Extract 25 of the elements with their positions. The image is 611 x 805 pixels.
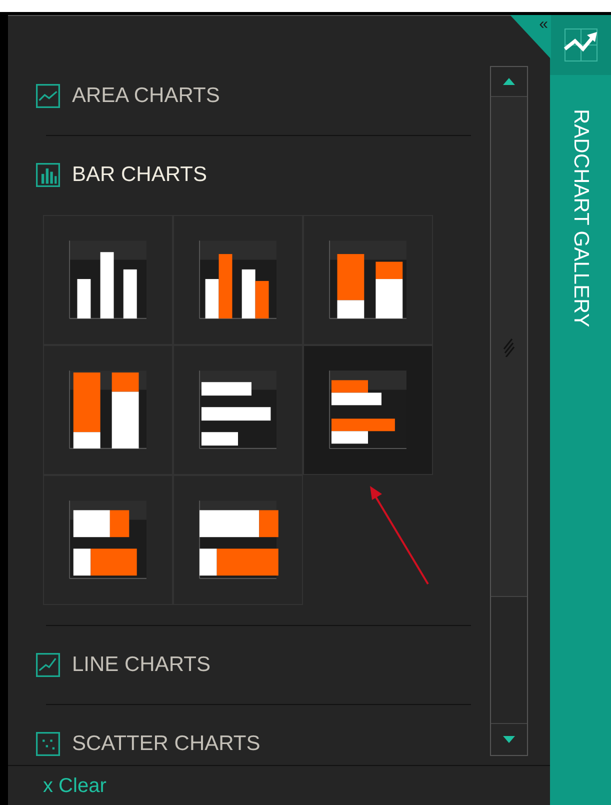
section-header[interactable]: LINE CHARTS bbox=[36, 645, 210, 685]
down-arrow-icon bbox=[503, 736, 515, 743]
area-chart-icon bbox=[36, 84, 60, 108]
collapse-button[interactable]: « bbox=[539, 15, 551, 59]
chart-type-tile[interactable] bbox=[43, 345, 173, 475]
chart-type-tile[interactable] bbox=[173, 475, 303, 605]
scrollbar[interactable] bbox=[490, 66, 528, 756]
up-arrow-icon bbox=[503, 78, 515, 85]
side-tab[interactable]: RADCHART GALLERY bbox=[550, 15, 611, 805]
section-header[interactable]: SCATTER CHARTS bbox=[36, 724, 260, 757]
grip-icon bbox=[503, 336, 515, 356]
section-header[interactable]: AREA CHARTS bbox=[36, 76, 220, 116]
line-chart-icon bbox=[36, 653, 60, 677]
clear-link[interactable]: x Clear bbox=[43, 770, 106, 800]
gallery-title: RADCHART GALLERY bbox=[568, 109, 594, 328]
bar-chart-icon bbox=[36, 163, 60, 187]
chart-type-tile[interactable] bbox=[303, 215, 433, 345]
scatter-chart-icon bbox=[36, 732, 60, 756]
scroll-thumb[interactable] bbox=[491, 97, 527, 597]
chart-type-tile[interactable] bbox=[43, 475, 173, 605]
chart-type-tile[interactable] bbox=[43, 215, 173, 345]
chart-type-tile[interactable] bbox=[173, 345, 303, 475]
chart-type-tile[interactable] bbox=[173, 215, 303, 345]
chart-type-tile[interactable] bbox=[303, 345, 433, 475]
section-header[interactable]: BAR CHARTS bbox=[36, 155, 207, 195]
